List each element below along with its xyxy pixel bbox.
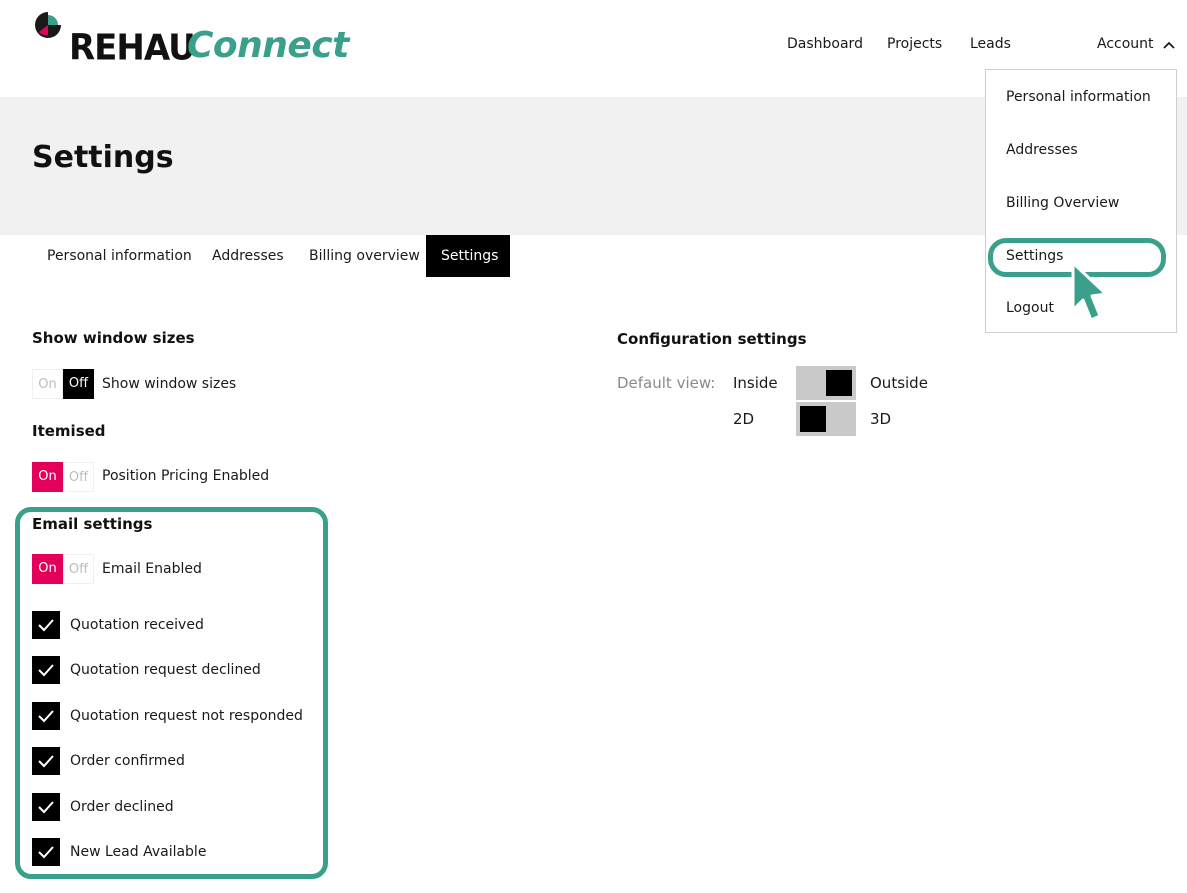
checkbox-label: New Lead Available: [70, 844, 207, 860]
checkbox-order-confirmed[interactable]: [32, 747, 60, 775]
dimension-3d-label: 3D: [870, 410, 892, 428]
checkmark-icon: [38, 664, 54, 677]
show-window-sizes-label: Show window sizes: [102, 376, 237, 392]
view-inside-label: Inside: [733, 374, 778, 392]
tab-personal-information[interactable]: Personal information: [32, 235, 207, 277]
menu-item-billing-overview[interactable]: Billing Overview: [1006, 195, 1119, 211]
checkbox-order-declined[interactable]: [32, 793, 60, 821]
view-outside-label: Outside: [870, 374, 928, 392]
checkbox-quotation-request-declined[interactable]: [32, 656, 60, 684]
checkbox-label: Order declined: [70, 799, 174, 815]
switch-knob: [800, 406, 826, 432]
checkmark-icon: [38, 846, 54, 859]
dimension-2d-label: 2D: [733, 410, 755, 428]
switch-knob: [826, 370, 852, 396]
nav-leads[interactable]: Leads: [970, 36, 1011, 52]
show-window-sizes-toggle[interactable]: On Off: [32, 369, 94, 399]
tab-addresses[interactable]: Addresses: [197, 235, 299, 277]
tab-billing-overview[interactable]: Billing overview: [294, 235, 435, 277]
toggle-on-segment: On: [32, 369, 63, 399]
inside-outside-switch[interactable]: [796, 366, 856, 400]
tab-settings[interactable]: Settings: [426, 235, 510, 277]
checkmark-icon: [38, 710, 54, 723]
chevron-up-icon[interactable]: [1163, 40, 1175, 50]
toggle-on-segment: On: [32, 554, 63, 584]
checkbox-label: Quotation received: [70, 617, 204, 633]
menu-item-addresses[interactable]: Addresses: [1006, 142, 1078, 158]
checkmark-icon: [38, 801, 54, 814]
email-enabled-label: Email Enabled: [102, 561, 202, 577]
account-dropdown-menu: Personal information Addresses Billing O…: [985, 69, 1177, 333]
checkbox-quotation-received[interactable]: [32, 611, 60, 639]
checkbox-quotation-request-not-responded[interactable]: [32, 702, 60, 730]
2d-3d-switch[interactable]: [796, 402, 856, 436]
toggle-on-segment: On: [32, 462, 63, 492]
toggle-off-segment: Off: [63, 369, 94, 399]
rehau-logo-mark-icon: [35, 12, 61, 38]
nav-account[interactable]: Account: [1097, 36, 1154, 52]
logo-product-text: Connect: [187, 25, 349, 66]
checkbox-label: Quotation request declined: [70, 662, 261, 678]
page-title: Settings: [32, 140, 174, 175]
position-pricing-label: Position Pricing Enabled: [102, 468, 270, 484]
position-pricing-toggle[interactable]: On Off: [32, 462, 94, 492]
checkbox-label: Order confirmed: [70, 753, 185, 769]
checkbox-new-lead-available[interactable]: [32, 838, 60, 866]
configuration-settings-heading: Configuration settings: [617, 330, 807, 348]
menu-item-settings[interactable]: Settings: [1006, 248, 1063, 264]
email-settings-heading: Email settings: [32, 515, 153, 533]
checkmark-icon: [38, 619, 54, 632]
toggle-off-segment: Off: [63, 462, 94, 492]
nav-projects[interactable]: Projects: [887, 36, 942, 52]
toggle-off-segment: Off: [63, 554, 94, 584]
checkmark-icon: [38, 755, 54, 768]
default-view-label: Default view:: [617, 374, 716, 392]
itemised-heading: Itemised: [32, 422, 106, 440]
nav-dashboard[interactable]: Dashboard: [787, 36, 863, 52]
menu-item-personal-information[interactable]: Personal information: [1006, 89, 1151, 105]
email-enabled-toggle[interactable]: On Off: [32, 554, 94, 584]
checkbox-label: Quotation request not responded: [70, 708, 303, 724]
show-window-sizes-heading: Show window sizes: [32, 329, 195, 347]
logo-brand-text: REHAU: [69, 27, 196, 69]
menu-item-logout[interactable]: Logout: [1006, 300, 1054, 316]
